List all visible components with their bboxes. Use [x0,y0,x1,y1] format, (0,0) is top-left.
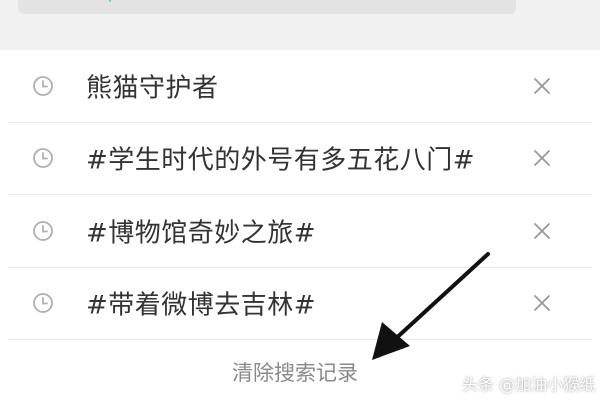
close-icon[interactable] [532,76,552,96]
history-item[interactable]: 熊猫守护者 [8,50,592,123]
search-cursor [108,0,114,3]
history-item-label: 熊猫守护者 [86,73,219,104]
search-input[interactable] [18,0,516,14]
close-icon[interactable] [532,148,552,168]
history-item-label: #博物馆奇妙之旅# [86,218,317,249]
clock-icon [33,148,53,169]
clock-icon [33,220,53,241]
search-area [0,0,600,50]
search-history-list: 熊猫守护者 #学生时代的外号有多五花八门# #博物馆奇妙之旅# #带着微博去吉林… [0,50,600,340]
history-item[interactable]: #博物馆奇妙之旅# [8,195,592,268]
history-item[interactable]: #带着微博去吉林# [8,268,592,340]
history-item[interactable]: #学生时代的外号有多五花八门# [8,123,592,195]
close-icon[interactable] [532,293,552,313]
clear-search-history-button[interactable]: 清除搜索记录 [232,357,358,387]
close-icon[interactable] [532,221,552,241]
history-item-label: #带着微博去吉林# [86,290,317,321]
clock-icon [33,75,53,96]
watermark: 头条 @加油小猴纸 [462,375,596,394]
clock-icon [33,293,53,314]
history-item-label: #学生时代的外号有多五花八门# [86,145,476,176]
